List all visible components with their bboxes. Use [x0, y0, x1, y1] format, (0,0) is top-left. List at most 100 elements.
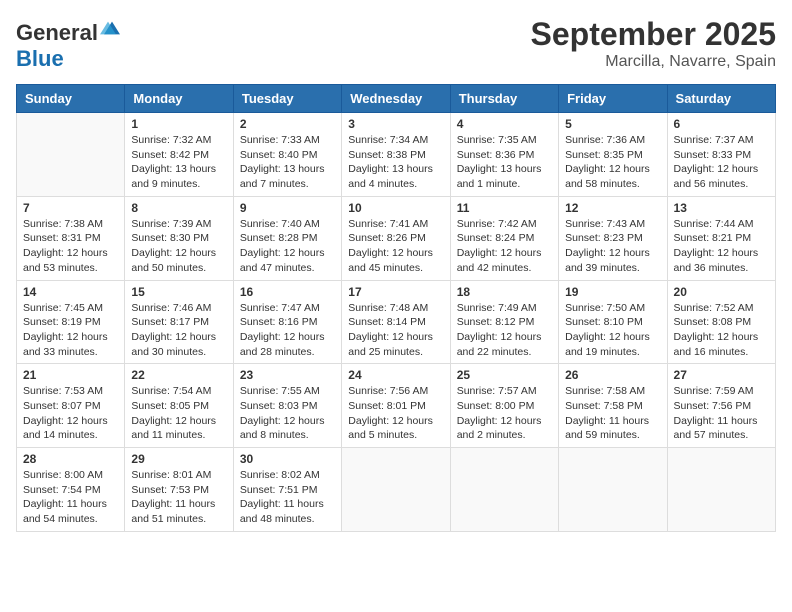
day-info: Sunrise: 7:58 AM Sunset: 7:58 PM Dayligh… [565, 384, 660, 443]
calendar-cell [450, 448, 558, 532]
day-info: Sunrise: 7:32 AM Sunset: 8:42 PM Dayligh… [131, 133, 226, 192]
day-info: Sunrise: 7:46 AM Sunset: 8:17 PM Dayligh… [131, 301, 226, 360]
calendar-cell: 1Sunrise: 7:32 AM Sunset: 8:42 PM Daylig… [125, 113, 233, 197]
col-header-wednesday: Wednesday [342, 85, 450, 113]
calendar-cell [17, 113, 125, 197]
calendar-week-4: 21 Sunrise: 7:53 AM Sunset: 8:07 PM Dayli… [17, 364, 776, 448]
day-info: Sunrise: 7:57 AM Sunset: 8:00 PM Dayligh… [457, 384, 552, 443]
calendar-cell: 23Sunrise: 7:55 AM Sunset: 8:03 PM Dayli… [233, 364, 341, 448]
calendar-cell: 29Sunrise: 8:01 AM Sunset: 7:53 PM Dayli… [125, 448, 233, 532]
day-info: Sunrise: 7:50 AM Sunset: 8:10 PM Dayligh… [565, 301, 660, 360]
day-number: 27 [674, 368, 769, 382]
day-number: 13 [674, 201, 769, 215]
calendar-cell [559, 448, 667, 532]
day-info: Sunrise: 7:37 AM Sunset: 8:33 PM Dayligh… [674, 133, 769, 192]
day-number: 3 [348, 117, 443, 131]
calendar-cell: 25 Sunrise: 7:57 AM Sunset: 8:00 PM Dayli… [450, 364, 558, 448]
day-info: Sunrise: 7:55 AM Sunset: 8:03 PM Dayligh… [240, 384, 335, 443]
day-info: Sunrise: 8:00 AM Sunset: 7:54 PM Dayligh… [23, 468, 118, 527]
col-header-monday: Monday [125, 85, 233, 113]
day-info: Sunrise: 8:02 AM Sunset: 7:51 PM Dayligh… [240, 468, 335, 527]
day-number: 9 [240, 201, 335, 215]
col-header-saturday: Saturday [667, 85, 775, 113]
calendar-cell: 17 Sunrise: 7:48 AM Sunset: 8:14 PM Dayli… [342, 280, 450, 364]
calendar-table: SundayMondayTuesdayWednesdayThursdayFrid… [16, 84, 776, 532]
day-info: Sunrise: 7:35 AM Sunset: 8:36 PM Dayligh… [457, 133, 552, 192]
day-info: Sunrise: 7:34 AM Sunset: 8:38 PM Dayligh… [348, 133, 443, 192]
day-info: Sunrise: 7:47 AM Sunset: 8:16 PM Dayligh… [240, 301, 335, 360]
calendar-cell: 8 Sunrise: 7:39 AM Sunset: 8:30 PM Daylig… [125, 196, 233, 280]
day-number: 18 [457, 285, 552, 299]
logo-general: General [16, 20, 98, 45]
day-info: Sunrise: 7:45 AM Sunset: 8:19 PM Dayligh… [23, 301, 118, 360]
day-info: Sunrise: 7:44 AM Sunset: 8:21 PM Dayligh… [674, 217, 769, 276]
col-header-sunday: Sunday [17, 85, 125, 113]
day-info: Sunrise: 7:42 AM Sunset: 8:24 PM Dayligh… [457, 217, 552, 276]
day-info: Sunrise: 7:33 AM Sunset: 8:40 PM Dayligh… [240, 133, 335, 192]
calendar-cell: 21 Sunrise: 7:53 AM Sunset: 8:07 PM Dayli… [17, 364, 125, 448]
day-number: 11 [457, 201, 552, 215]
day-number: 15 [131, 285, 226, 299]
calendar-cell: 19 Sunrise: 7:50 AM Sunset: 8:10 PM Dayli… [559, 280, 667, 364]
calendar-cell: 2 Sunrise: 7:33 AM Sunset: 8:40 PM Daylig… [233, 113, 341, 197]
calendar-week-3: 14 Sunrise: 7:45 AM Sunset: 8:19 PM Dayli… [17, 280, 776, 364]
day-number: 5 [565, 117, 660, 131]
calendar-cell: 13 Sunrise: 7:44 AM Sunset: 8:21 PM Dayli… [667, 196, 775, 280]
day-number: 19 [565, 285, 660, 299]
col-header-thursday: Thursday [450, 85, 558, 113]
day-info: Sunrise: 7:53 AM Sunset: 8:07 PM Dayligh… [23, 384, 118, 443]
calendar-cell: 12 Sunrise: 7:43 AM Sunset: 8:23 PM Dayli… [559, 196, 667, 280]
calendar-week-5: 28 Sunrise: 8:00 AM Sunset: 7:54 PM Dayli… [17, 448, 776, 532]
day-info: Sunrise: 7:36 AM Sunset: 8:35 PM Dayligh… [565, 133, 660, 192]
calendar-cell: 16Sunrise: 7:47 AM Sunset: 8:16 PM Dayli… [233, 280, 341, 364]
calendar-cell: 10Sunrise: 7:41 AM Sunset: 8:26 PM Dayli… [342, 196, 450, 280]
day-number: 25 [457, 368, 552, 382]
calendar-cell: 9 Sunrise: 7:40 AM Sunset: 8:28 PM Daylig… [233, 196, 341, 280]
day-info: Sunrise: 7:43 AM Sunset: 8:23 PM Dayligh… [565, 217, 660, 276]
logo-blue: Blue [16, 46, 64, 71]
day-number: 21 [23, 368, 118, 382]
calendar-cell: 20Sunrise: 7:52 AM Sunset: 8:08 PM Dayli… [667, 280, 775, 364]
day-number: 17 [348, 285, 443, 299]
calendar-cell: 15 Sunrise: 7:46 AM Sunset: 8:17 PM Dayli… [125, 280, 233, 364]
day-number: 14 [23, 285, 118, 299]
day-number: 24 [348, 368, 443, 382]
location-title: Marcilla, Navarre, Spain [531, 53, 776, 71]
day-number: 7 [23, 201, 118, 215]
logo-text: General Blue [16, 16, 124, 72]
day-info: Sunrise: 7:39 AM Sunset: 8:30 PM Dayligh… [131, 217, 226, 276]
calendar-cell: 6 Sunrise: 7:37 AM Sunset: 8:33 PM Daylig… [667, 113, 775, 197]
col-header-friday: Friday [559, 85, 667, 113]
calendar-cell: 11 Sunrise: 7:42 AM Sunset: 8:24 PM Dayli… [450, 196, 558, 280]
day-number: 28 [23, 452, 118, 466]
logo: General Blue [16, 16, 124, 72]
day-info: Sunrise: 7:40 AM Sunset: 8:28 PM Dayligh… [240, 217, 335, 276]
day-number: 30 [240, 452, 335, 466]
day-info: Sunrise: 7:48 AM Sunset: 8:14 PM Dayligh… [348, 301, 443, 360]
day-number: 6 [674, 117, 769, 131]
calendar-cell: 27 Sunrise: 7:59 AM Sunset: 7:56 PM Dayli… [667, 364, 775, 448]
day-number: 8 [131, 201, 226, 215]
calendar-cell: 3 Sunrise: 7:34 AM Sunset: 8:38 PM Daylig… [342, 113, 450, 197]
day-info: Sunrise: 7:49 AM Sunset: 8:12 PM Dayligh… [457, 301, 552, 360]
calendar-cell: 18 Sunrise: 7:49 AM Sunset: 8:12 PM Dayli… [450, 280, 558, 364]
day-number: 20 [674, 285, 769, 299]
calendar-week-2: 7 Sunrise: 7:38 AM Sunset: 8:31 PM Daylig… [17, 196, 776, 280]
day-number: 12 [565, 201, 660, 215]
calendar-cell: 22 Sunrise: 7:54 AM Sunset: 8:05 PM Dayli… [125, 364, 233, 448]
day-number: 29 [131, 452, 226, 466]
page-header: General Blue September 2025 Marcilla, Na… [16, 16, 776, 72]
day-info: Sunrise: 7:54 AM Sunset: 8:05 PM Dayligh… [131, 384, 226, 443]
day-info: Sunrise: 7:41 AM Sunset: 8:26 PM Dayligh… [348, 217, 443, 276]
calendar-cell: 30 Sunrise: 8:02 AM Sunset: 7:51 PM Dayli… [233, 448, 341, 532]
day-info: Sunrise: 7:59 AM Sunset: 7:56 PM Dayligh… [674, 384, 769, 443]
day-number: 4 [457, 117, 552, 131]
day-info: Sunrise: 7:38 AM Sunset: 8:31 PM Dayligh… [23, 217, 118, 276]
day-number: 22 [131, 368, 226, 382]
calendar-cell: 26Sunrise: 7:58 AM Sunset: 7:58 PM Dayli… [559, 364, 667, 448]
logo-icon [100, 16, 124, 40]
calendar-week-1: 1Sunrise: 7:32 AM Sunset: 8:42 PM Daylig… [17, 113, 776, 197]
month-title: September 2025 [531, 16, 776, 53]
day-number: 2 [240, 117, 335, 131]
calendar-cell: 7 Sunrise: 7:38 AM Sunset: 8:31 PM Daylig… [17, 196, 125, 280]
